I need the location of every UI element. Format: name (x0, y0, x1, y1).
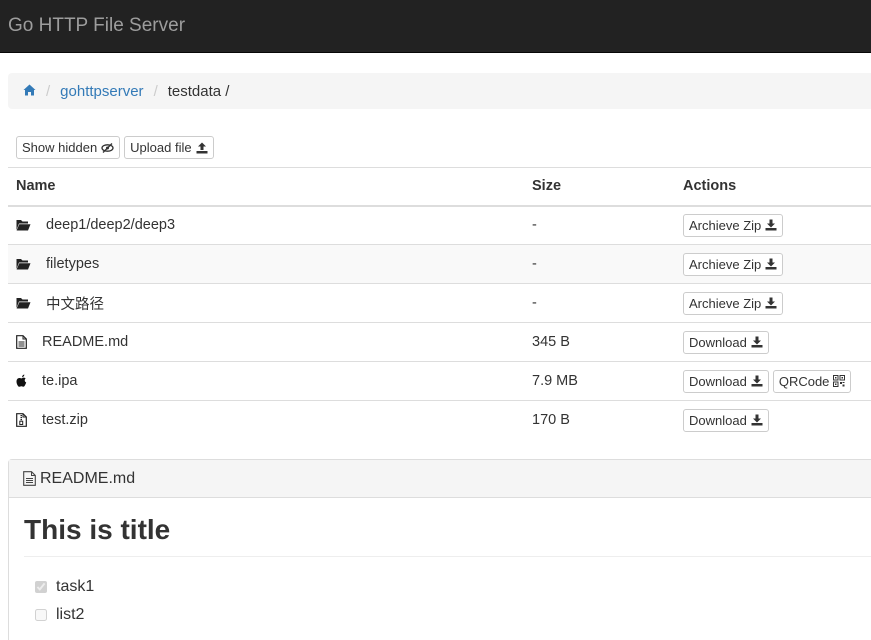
download-label: Download (689, 373, 747, 389)
task-label: task1 (56, 578, 95, 595)
download-label: Download (689, 334, 747, 350)
task-checkbox[interactable] (35, 609, 47, 621)
folder-icon (16, 258, 42, 270)
toolbar: Show hidden Upload file (16, 136, 214, 159)
file-size: 7.9 MB (524, 361, 675, 401)
table-row: 中文路径 - Archieve Zip (8, 283, 871, 323)
task-item: task1 (24, 573, 871, 601)
readme-title: README.md (40, 469, 136, 487)
download-icon (751, 375, 763, 387)
folder-icon (16, 219, 42, 231)
file-size: 345 B (524, 322, 675, 362)
eye-slash-icon (101, 142, 114, 153)
header-size[interactable]: Size (524, 167, 675, 207)
readme-body: This is title task1 list2 (9, 498, 871, 629)
table-row: deep1/deep2/deep3 - Archieve Zip (8, 205, 871, 245)
file-size: 170 B (524, 400, 675, 440)
table-row: filetypes - Archieve Zip (8, 244, 871, 284)
brand-title[interactable]: Go HTTP File Server (8, 15, 185, 37)
breadcrumb-separator: / (46, 82, 51, 100)
breadcrumb-current: testdata / (167, 82, 230, 100)
readme-header: README.md (9, 460, 871, 498)
download-label: Download (689, 412, 747, 428)
file-text-icon (23, 471, 36, 486)
navbar: Go HTTP File Server (0, 0, 871, 53)
qrcode-label: QRCode (778, 373, 830, 389)
file-name-link[interactable]: README.md (42, 334, 128, 350)
task-checkbox[interactable] (35, 581, 47, 593)
file-zip-icon (16, 413, 38, 428)
upload-file-button[interactable]: Upload file (124, 136, 214, 159)
file-text-icon (16, 335, 38, 349)
download-icon (765, 219, 777, 231)
file-table: Name Size Actions deep1/deep2/deep3 - Ar… (8, 167, 871, 440)
apple-icon (16, 374, 38, 388)
file-name-link[interactable]: filetypes (46, 256, 99, 272)
table-header-row: Name Size Actions (8, 167, 871, 207)
download-icon (751, 336, 763, 348)
task-label: list2 (56, 606, 85, 623)
file-name-link[interactable]: test.zip (42, 412, 88, 428)
breadcrumb-separator: / (153, 82, 158, 100)
readme-panel: README.md This is title task1 list2 (8, 459, 871, 640)
file-size: - (524, 283, 675, 323)
file-size: - (524, 244, 675, 284)
readme-heading: This is title (24, 514, 871, 557)
archive-zip-label: Archieve Zip (689, 256, 762, 272)
breadcrumb-link-gohttpserver[interactable]: gohttpserver (60, 83, 143, 100)
header-actions: Actions (675, 167, 871, 207)
show-hidden-button[interactable]: Show hidden (16, 136, 121, 159)
file-size: - (524, 205, 675, 245)
download-button[interactable]: Download (683, 408, 769, 432)
table-row: te.ipa 7.9 MB Download QRCode (8, 361, 871, 401)
show-hidden-label: Show hidden (22, 140, 98, 155)
table-row: README.md 345 B Download (8, 322, 871, 362)
download-icon (765, 258, 777, 270)
qrcode-button[interactable]: QRCode (772, 369, 852, 393)
file-name-link[interactable]: te.ipa (42, 373, 77, 389)
folder-icon (16, 297, 42, 309)
download-icon (751, 414, 763, 426)
task-list: task1 list2 (24, 573, 871, 629)
table-row: test.zip 170 B Download (8, 400, 871, 440)
archive-zip-button[interactable]: Archieve Zip (683, 291, 784, 315)
archive-zip-button[interactable]: Archieve Zip (683, 252, 784, 276)
archive-zip-label: Archieve Zip (689, 217, 762, 233)
file-name-link[interactable]: deep1/deep2/deep3 (46, 217, 175, 233)
file-name-link[interactable]: 中文路径 (46, 293, 104, 314)
archive-zip-label: Archieve Zip (689, 295, 762, 311)
upload-icon (196, 142, 208, 153)
header-name[interactable]: Name (8, 167, 524, 207)
download-button[interactable]: Download (683, 330, 769, 354)
download-icon (765, 297, 777, 309)
task-item: list2 (24, 601, 871, 629)
breadcrumb: / gohttpserver / testdata / (8, 73, 871, 109)
qrcode-icon (833, 375, 846, 387)
home-icon[interactable] (23, 83, 36, 100)
upload-file-label: Upload file (130, 140, 192, 155)
download-button[interactable]: Download (683, 369, 769, 393)
archive-zip-button[interactable]: Archieve Zip (683, 213, 784, 237)
